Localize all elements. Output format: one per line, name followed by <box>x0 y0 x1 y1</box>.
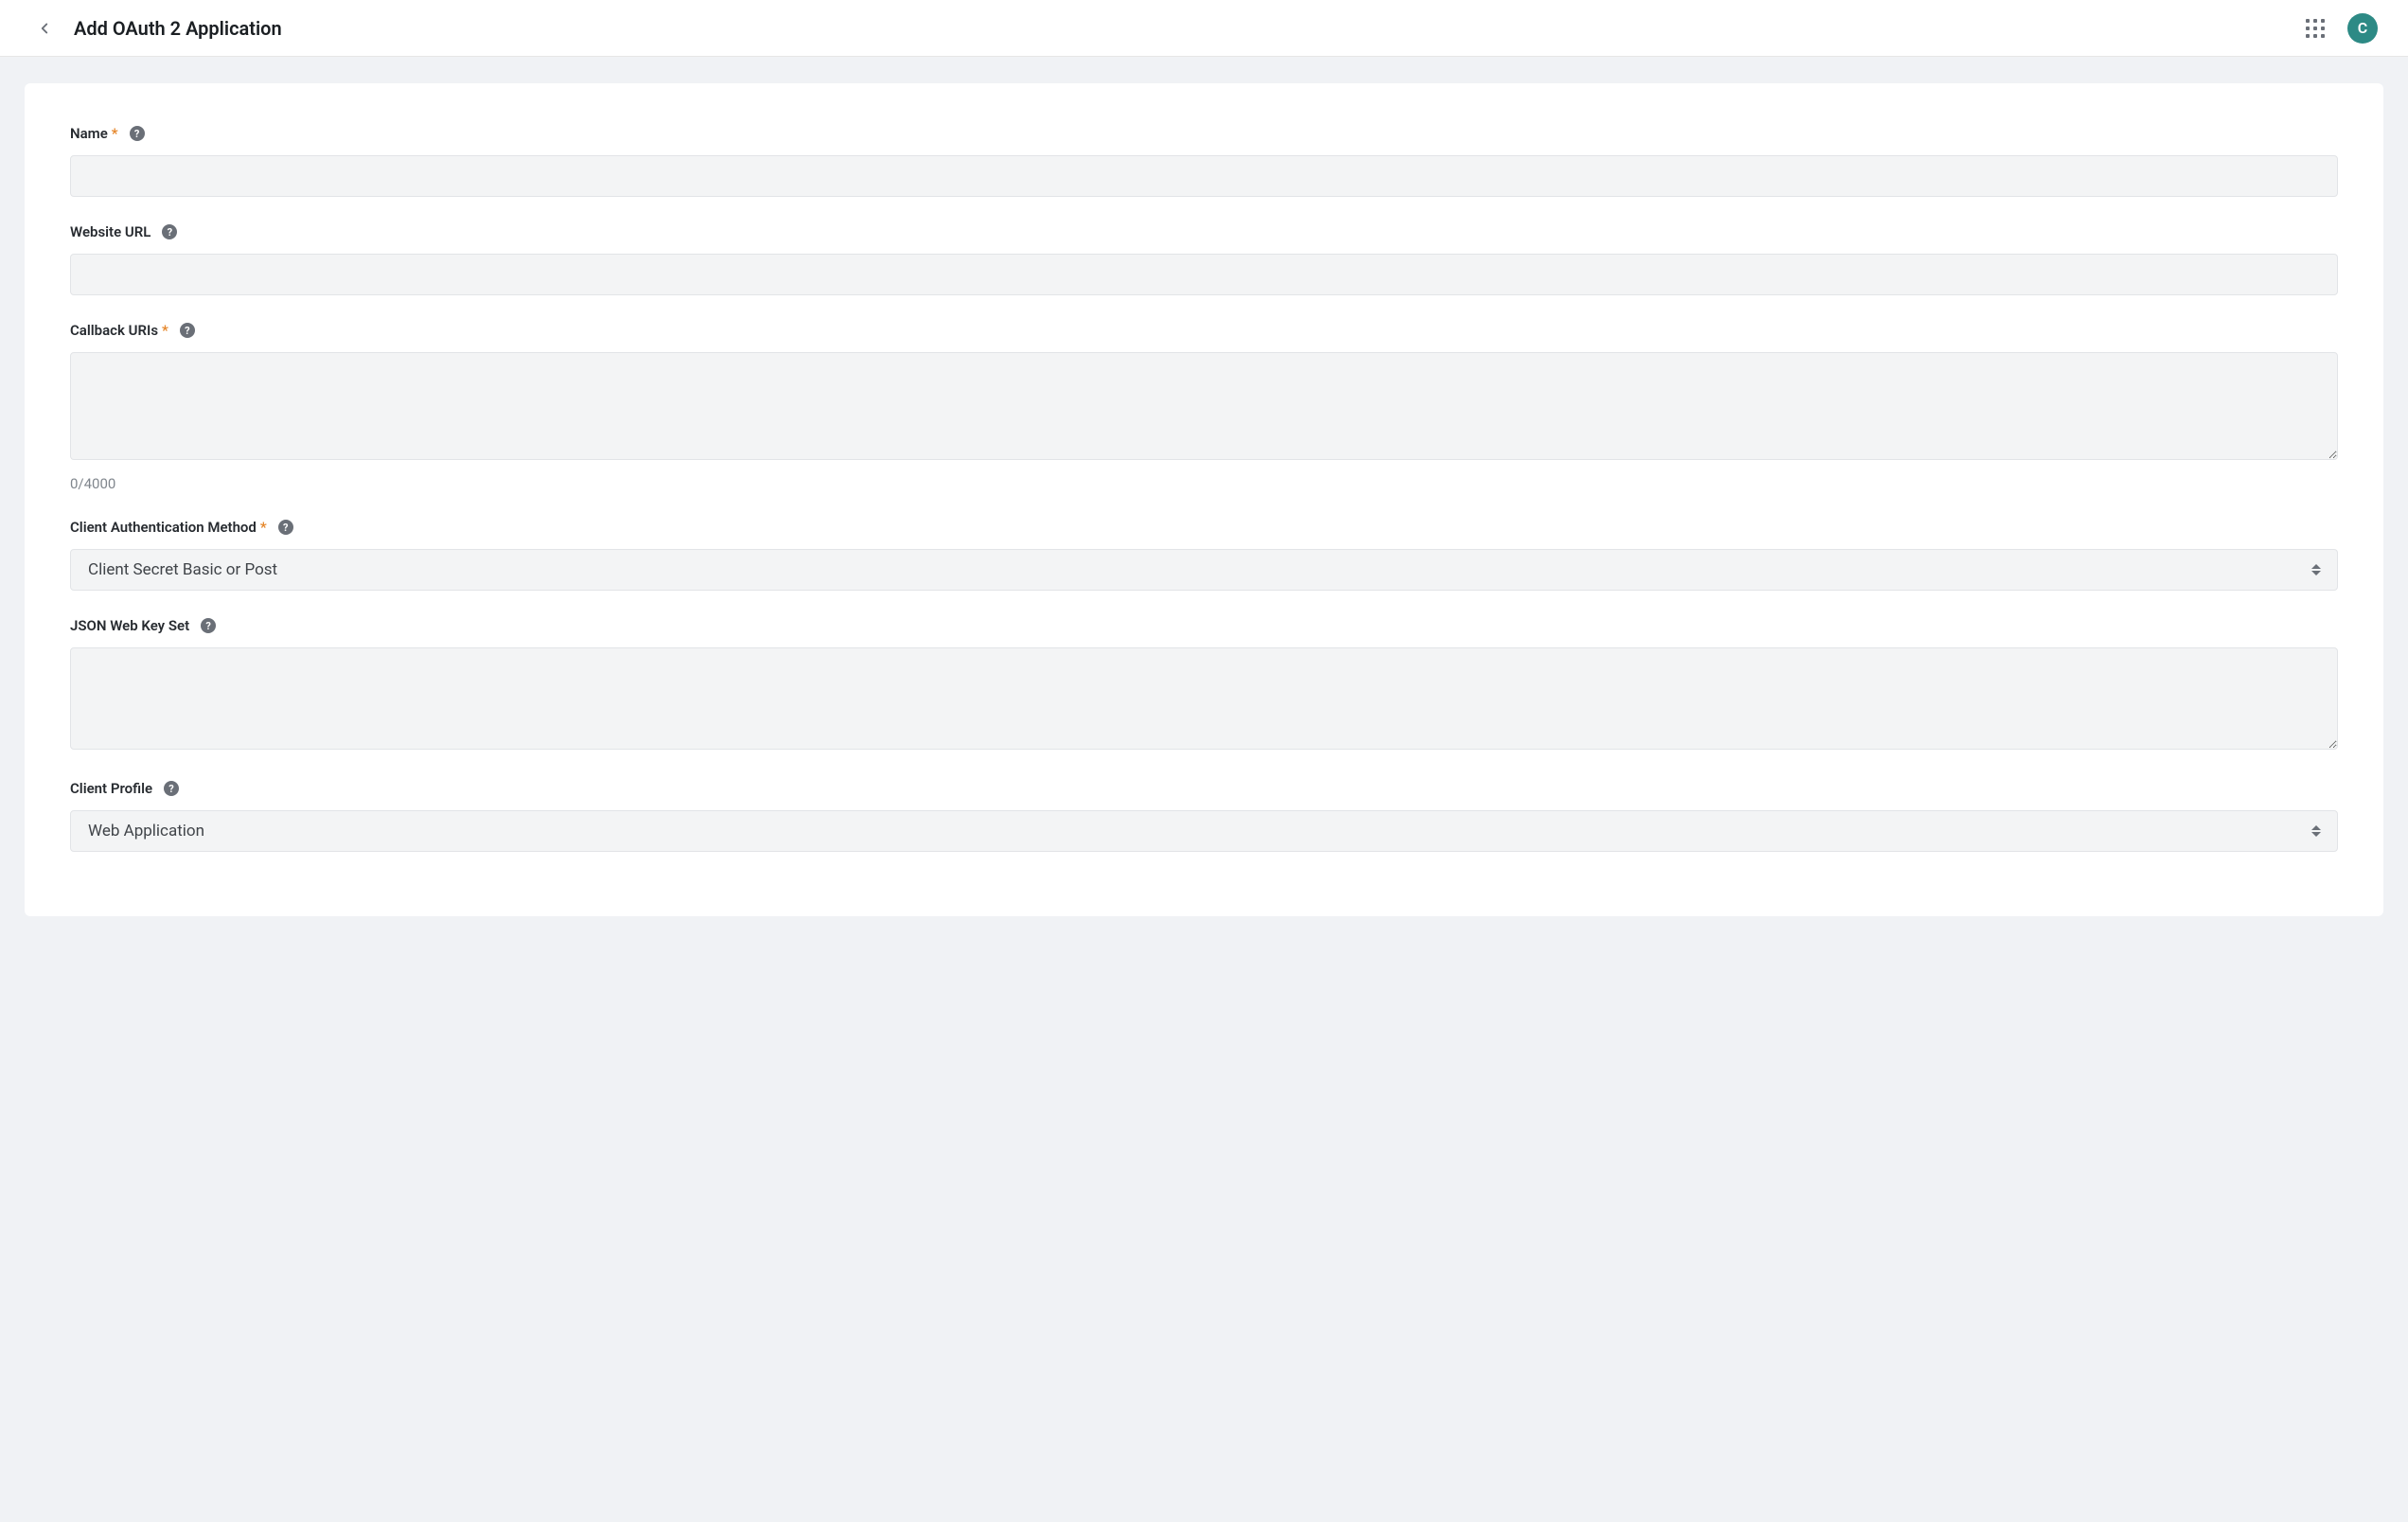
help-icon[interactable]: ? <box>164 781 179 796</box>
field-group-website-url: Website URL ? <box>70 223 2338 295</box>
required-marker: * <box>260 519 267 536</box>
header-right: C <box>2306 13 2378 44</box>
label-row-name: Name * ? <box>70 125 2338 142</box>
label-row-client-auth-method: Client Authentication Method * ? <box>70 519 2338 536</box>
help-icon[interactable]: ? <box>130 126 145 141</box>
label-website-url: Website URL <box>70 223 150 240</box>
content-area: Name * ? Website URL ? Callback URIs * ?… <box>0 57 2408 943</box>
help-icon[interactable]: ? <box>201 618 216 633</box>
field-group-jwks: JSON Web Key Set ? <box>70 617 2338 753</box>
label-row-client-profile: Client Profile ? <box>70 780 2338 797</box>
help-icon[interactable]: ? <box>162 224 177 239</box>
page-title: Add OAuth 2 Application <box>74 17 282 40</box>
label-client-profile: Client Profile <box>70 780 152 797</box>
select-caret-icon <box>2311 561 2322 578</box>
callback-uris-char-count: 0/4000 <box>70 475 2338 492</box>
label-name: Name <box>70 125 108 142</box>
label-row-callback-uris: Callback URIs * ? <box>70 322 2338 339</box>
label-row-jwks: JSON Web Key Set ? <box>70 617 2338 634</box>
select-caret-icon <box>2311 823 2322 840</box>
required-marker: * <box>112 125 118 142</box>
client-auth-method-select[interactable]: Client Secret Basic or Post <box>70 549 2338 591</box>
apps-grid-icon <box>2306 19 2310 23</box>
page-header: Add OAuth 2 Application C <box>0 0 2408 57</box>
apps-menu-button[interactable] <box>2306 19 2325 38</box>
help-icon[interactable]: ? <box>278 520 293 535</box>
avatar[interactable]: C <box>2347 13 2378 44</box>
field-group-callback-uris: Callback URIs * ? 0/4000 <box>70 322 2338 492</box>
jwks-textarea[interactable] <box>70 647 2338 750</box>
client-profile-value: Web Application <box>88 822 204 841</box>
field-group-client-profile: Client Profile ? Web Application <box>70 780 2338 852</box>
form-panel: Name * ? Website URL ? Callback URIs * ?… <box>25 83 2383 916</box>
client-auth-method-value: Client Secret Basic or Post <box>88 560 277 579</box>
name-input[interactable] <box>70 155 2338 197</box>
label-jwks: JSON Web Key Set <box>70 617 189 634</box>
callback-uris-textarea[interactable] <box>70 352 2338 460</box>
help-icon[interactable]: ? <box>180 323 195 338</box>
label-client-auth-method: Client Authentication Method <box>70 519 257 536</box>
field-group-name: Name * ? <box>70 125 2338 197</box>
label-row-website-url: Website URL ? <box>70 223 2338 240</box>
required-marker: * <box>162 322 168 339</box>
client-profile-select[interactable]: Web Application <box>70 810 2338 852</box>
website-url-input[interactable] <box>70 254 2338 295</box>
chevron-left-icon <box>36 20 53 37</box>
back-button[interactable] <box>34 18 55 39</box>
field-group-client-auth-method: Client Authentication Method * ? Client … <box>70 519 2338 591</box>
header-left: Add OAuth 2 Application <box>34 17 282 40</box>
label-callback-uris: Callback URIs <box>70 322 158 339</box>
